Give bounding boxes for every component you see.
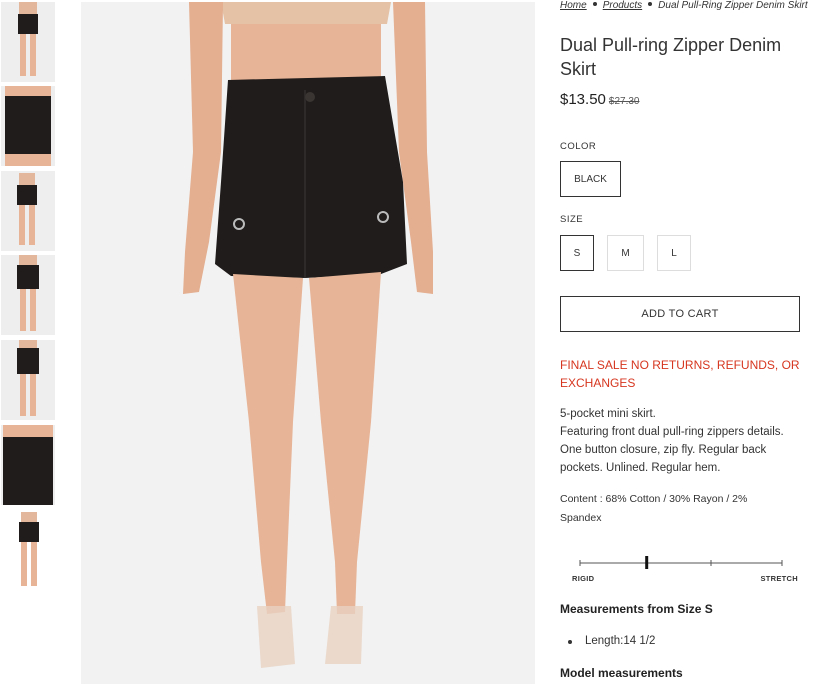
rigid-label: RIGID — [572, 574, 595, 583]
thumbnail-2[interactable] — [1, 86, 55, 166]
size-option-s[interactable]: S — [560, 235, 594, 271]
size-option-l[interactable]: L — [657, 235, 691, 271]
product-description: 5-pocket mini skirt. Featuring front dua… — [560, 405, 805, 477]
thumbnail-4[interactable] — [1, 255, 55, 335]
fabric-content: Content : 68% Cotton / 30% Rayon / 2% Sp… — [560, 493, 748, 524]
main-product-image[interactable] — [81, 2, 535, 684]
compare-price: $27.30 — [608, 96, 640, 107]
final-sale-notice: FINAL SALE NO RETURNS, REFUNDS, OR EXCHA… — [560, 358, 800, 390]
model-measurements-title: Model measurements — [560, 666, 683, 680]
thumbnail-7[interactable] — [1, 510, 55, 590]
thumbnail-6[interactable] — [1, 425, 55, 505]
size-label: SIZE — [560, 214, 584, 225]
product-price-row: $13.50 $27.30 — [560, 91, 639, 108]
measurement-length: Length:14 1/2 — [585, 635, 656, 647]
breadcrumb-separator — [648, 2, 653, 6]
size-option-m[interactable]: M — [607, 235, 644, 271]
breadcrumb-current: Dual Pull-Ring Zipper Denim Skirt — [658, 0, 808, 11]
description-line-1: 5-pocket mini skirt. — [560, 408, 656, 420]
thumbnail-1[interactable] — [1, 2, 55, 82]
thumbnail-5[interactable] — [1, 340, 55, 420]
add-to-cart-button[interactable]: ADD TO CART — [560, 296, 800, 332]
color-option-black[interactable]: BLACK — [560, 161, 621, 197]
color-label: COLOR — [560, 141, 597, 152]
breadcrumb: Home Products Dual Pull-Ring Zipper Denim … — [560, 0, 808, 11]
stretch-scale: RIGID STRETCH — [572, 553, 798, 583]
description-line-2: Featuring front dual pull-ring zippers d… — [560, 426, 784, 474]
bullet — [568, 640, 572, 644]
sale-price: $13.50 — [560, 91, 606, 108]
measurements-title: Measurements from Size S — [560, 602, 713, 616]
breadcrumb-separator — [592, 2, 597, 6]
measurement-item: Length:14 1/2 — [568, 635, 656, 647]
stretch-label: STRETCH — [760, 574, 798, 583]
thumbnail-3[interactable] — [1, 171, 55, 251]
stretch-level-marker — [645, 556, 649, 569]
breadcrumb-products-link[interactable]: Products — [603, 0, 642, 11]
stretch-scale-bar — [579, 556, 783, 569]
breadcrumb-home-link[interactable]: Home — [560, 0, 587, 11]
product-title: Dual Pull-ring Zipper Denim Skirt — [560, 35, 782, 79]
